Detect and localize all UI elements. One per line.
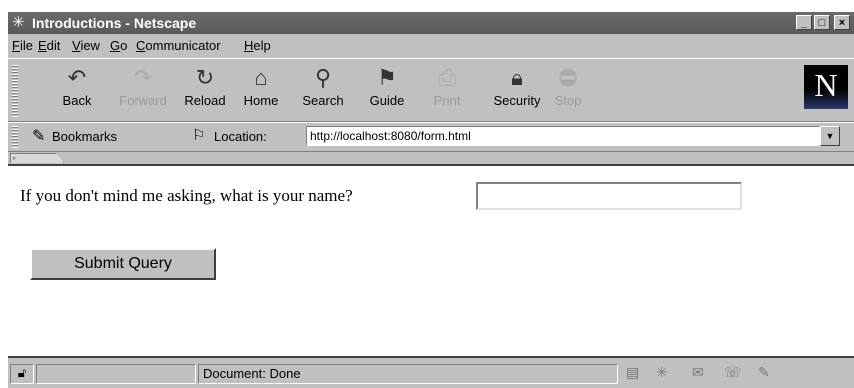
forward-button[interactable]: ↷ Forward <box>112 63 174 117</box>
home-button[interactable]: ⌂ Home <box>230 63 292 117</box>
reload-label: Reload <box>184 93 226 108</box>
netscape-logo[interactable]: N <box>804 65 848 109</box>
lock-icon: 🔒︎ <box>511 65 523 90</box>
back-label: Back <box>62 93 92 108</box>
netscape-window-icon[interactable]: ✳ <box>12 15 28 31</box>
security-label: Security <box>493 93 541 108</box>
page-content: If you don't mind me asking, what is you… <box>8 164 854 358</box>
location-label: Location: <box>214 129 267 144</box>
submit-query-button[interactable]: Submit Query <box>30 248 216 280</box>
print-label: Print <box>433 93 461 108</box>
bookmarks-button[interactable]: Bookmarks <box>52 129 117 144</box>
location-icon[interactable]: ⚐ <box>192 126 205 144</box>
url-dropdown-button[interactable]: ▼ <box>820 126 840 146</box>
composer-icon[interactable]: ✎ <box>758 364 770 381</box>
search-label: Search <box>302 93 344 108</box>
navigation-toolbar: ↶ Back ↷ Forward ↻ Reload ⌂ Home ⚲ Searc… <box>8 58 854 122</box>
status-text: Document: Done <box>198 364 618 384</box>
menu-file[interactable]: File <box>12 38 33 53</box>
stop-label: Stop <box>554 93 582 108</box>
guide-label: Guide <box>369 93 405 108</box>
reload-icon: ↻ <box>195 65 215 90</box>
component-bar-icon[interactable]: ▤ <box>626 364 639 381</box>
toolbar-grip[interactable] <box>12 65 18 117</box>
location-grip[interactable] <box>12 126 18 148</box>
status-bar: 🔓︎ Document: Done ▤ ✳ ✉ ☏ ✎ <box>8 360 854 388</box>
stop-icon: ⛔︎ <box>558 65 578 90</box>
menu-communicator[interactable]: Communicator <box>136 38 221 53</box>
security-status-icon[interactable]: 🔓︎ <box>10 364 34 384</box>
window-title: Introductions - Netscape <box>32 15 197 31</box>
name-question-label: If you don't mind me asking, what is you… <box>20 186 353 205</box>
menu-view[interactable]: View <box>72 38 100 53</box>
home-label: Home <box>243 93 279 108</box>
forward-label: Forward <box>119 93 167 108</box>
menu-bar: File Edit View Go Communicator Help <box>8 36 854 56</box>
minimize-button[interactable]: _ <box>796 15 812 30</box>
print-icon: ⎙ <box>438 65 456 90</box>
navigator-icon[interactable]: ✳ <box>656 364 668 381</box>
reload-button[interactable]: ↻ Reload <box>174 63 236 117</box>
mail-icon[interactable]: ✉ <box>692 364 704 381</box>
title-bar[interactable]: ✳ Introductions - Netscape _ □ × <box>8 12 854 34</box>
discussions-icon[interactable]: ☏ <box>724 364 742 381</box>
toolbar-tab-strip: ▸ <box>8 152 854 164</box>
stop-button[interactable]: ⛔︎ Stop <box>540 63 596 117</box>
print-button[interactable]: ⎙ Print <box>416 63 478 117</box>
progress-panel <box>36 364 196 384</box>
forward-arrow-icon: ↷ <box>133 65 153 90</box>
close-button[interactable]: × <box>834 15 850 30</box>
location-toolbar: ✎ Bookmarks ⚐ Location: http://localhost… <box>8 122 854 152</box>
menu-go[interactable]: Go <box>110 38 127 53</box>
search-icon: ⚲ <box>314 65 332 90</box>
menu-help[interactable]: Help <box>244 38 271 53</box>
back-button[interactable]: ↶ Back <box>46 63 108 117</box>
collapsed-toolbar-tab[interactable]: ▸ <box>10 153 64 163</box>
back-arrow-icon: ↶ <box>67 65 87 90</box>
browser-window: ✳ Introductions - Netscape _ □ × File Ed… <box>8 12 854 388</box>
bookmarks-icon[interactable]: ✎ <box>32 126 45 146</box>
name-input[interactable] <box>476 182 742 210</box>
guide-icon: ⚑ <box>377 65 397 90</box>
security-button[interactable]: 🔒︎ Security <box>486 63 548 117</box>
maximize-button[interactable]: □ <box>814 15 830 30</box>
search-button[interactable]: ⚲ Search <box>292 63 354 117</box>
menu-edit[interactable]: Edit <box>38 38 60 53</box>
home-icon: ⌂ <box>254 65 268 90</box>
guide-button[interactable]: ⚑ Guide <box>356 63 418 117</box>
url-input[interactable]: http://localhost:8080/form.html <box>306 126 820 146</box>
